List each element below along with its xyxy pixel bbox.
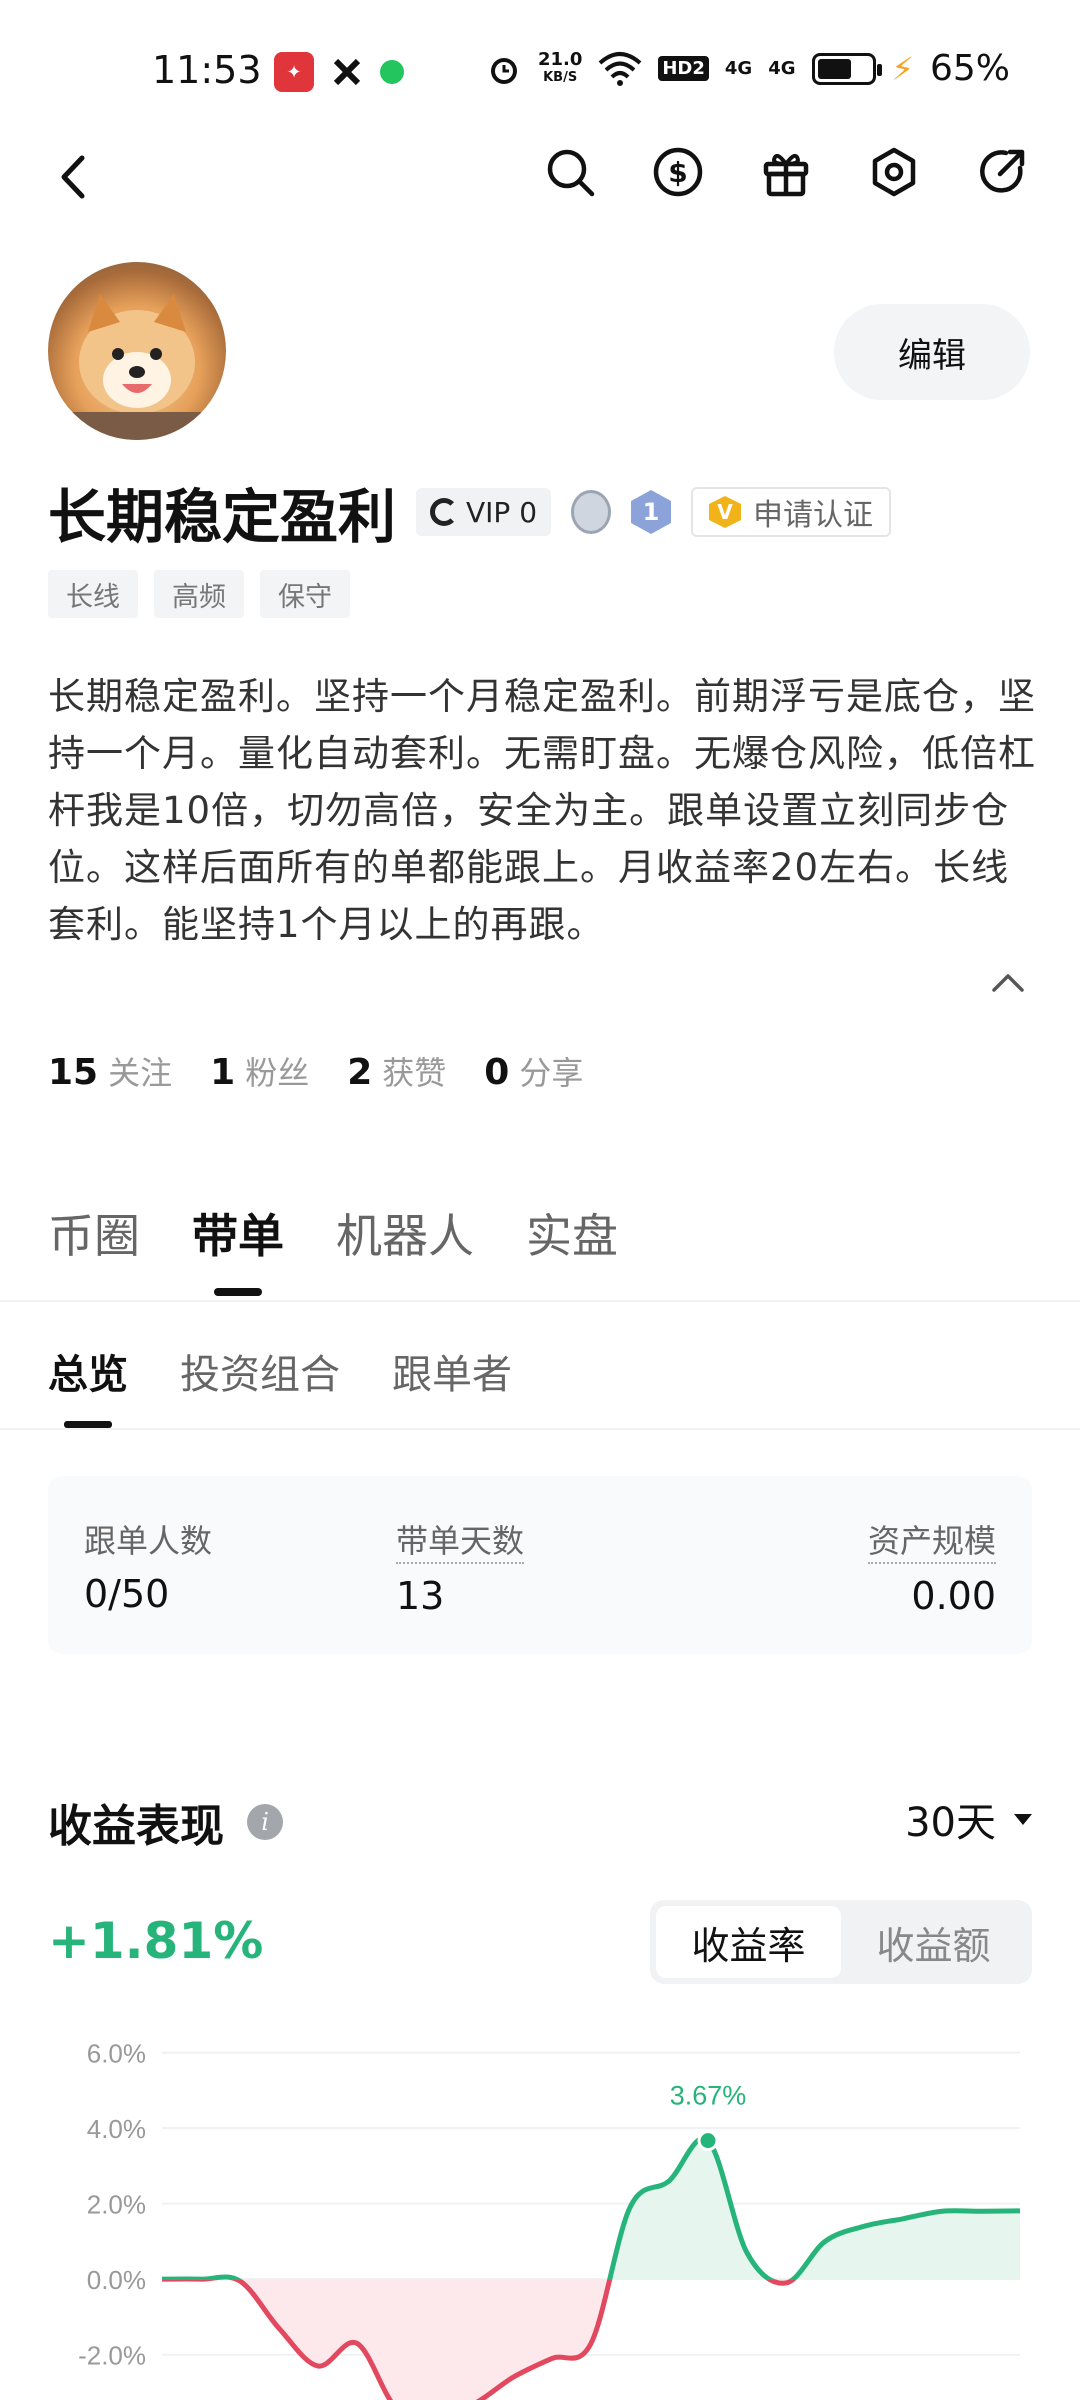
profile-stats: 15 关注 1 粉丝 2 获赞 0 分享 [48,1048,583,1094]
wifi-icon [599,51,642,86]
verified-icon: V [709,496,742,528]
tab-copy-trading[interactable]: 带单 [192,1200,284,1290]
divider [0,1428,1080,1430]
aum-item: 资产规模 0.00 [867,1516,996,1618]
aum-value: 0.00 [911,1574,996,1618]
vip-icon [430,498,459,526]
main-tabs: 币圈 带单 机器人 实盘 [48,1200,618,1290]
tab-crypto[interactable]: 币圈 [48,1200,140,1290]
tab-copiers[interactable]: 跟单者 [392,1342,512,1422]
y-tick-label: 0.0% [87,2265,146,2295]
peak-label: 3.67% [670,2081,747,2111]
overview-card: 跟单人数 0/50 带单天数 13 资产规模 0.00 [48,1476,1032,1654]
likes-stat[interactable]: 2 获赞 [347,1048,446,1094]
positive-area [162,2138,1020,2280]
copy-days-label[interactable]: 带单天数 [396,1516,525,1564]
copy-days-item: 带单天数 13 [396,1516,525,1618]
hd-indicator: HD2 [658,56,709,81]
aum-label[interactable]: 资产规模 [867,1516,996,1564]
followers-count-item: 跟单人数 0/50 [84,1516,212,1616]
share-icon[interactable] [976,146,1028,198]
tag: 保守 [260,570,350,618]
followers-count-label: 跟单人数 [84,1522,213,1560]
shares-stat[interactable]: 0 分享 [484,1048,583,1094]
name-row: 长期稳定盈利 VIP 0 1 V 申请认证 [48,470,892,554]
dollar-icon[interactable]: $ [652,146,704,198]
back-icon[interactable] [52,150,96,204]
battery-icon [811,52,882,85]
period-dropdown[interactable]: 30天 [905,1790,1032,1848]
period-value: 30天 [905,1800,996,1846]
followers-count-value: 0/50 [84,1572,170,1616]
tab-portfolio[interactable]: 投资组合 [180,1342,340,1422]
tag: 长线 [48,570,138,618]
peak-point [697,2130,719,2152]
tag: 高频 [154,570,244,618]
edit-profile-button[interactable]: 编辑 [834,304,1030,400]
tab-bots[interactable]: 机器人 [336,1200,474,1290]
status-time: 11:53 [152,48,262,92]
copy-days-value: 13 [396,1574,445,1618]
performance-chart: 6.0% 4.0% 2.0% 0.0% -2.0% 3.67% [78,2039,1021,2400]
toggle-return-amount[interactable]: 收益额 [841,1906,1026,1978]
settings-icon[interactable] [868,146,920,198]
level-icon[interactable]: 1 [631,490,672,534]
y-tick-label: -2.0% [78,2341,146,2371]
signal-icon-2: 4G [768,58,796,79]
top-nav-bar: $ [0,140,1080,212]
y-tick-label: 4.0% [87,2114,146,2144]
signal-icon: 4G [724,58,753,79]
sub-tabs: 总览 投资组合 跟单者 [48,1342,512,1428]
info-icon[interactable]: i [247,1804,284,1840]
user-name: 长期稳定盈利 [48,483,397,551]
performance-title: 收益表现 [48,1801,224,1852]
chevron-up-icon[interactable] [990,970,1026,994]
alarm-icon [490,57,517,84]
verify-label: 申请认证 [753,498,874,533]
notification-icons: ✦ [274,52,404,92]
network-speed: 21.0 KB/S [537,48,583,85]
toggle-return-rate[interactable]: 收益率 [656,1906,841,1978]
status-indicators: 21.0 KB/S HD2 4G 4G ⚡ 65% [486,48,1010,89]
vip-badge[interactable]: VIP 0 [416,488,552,536]
avatar[interactable] [48,262,226,440]
battery-percent: 65% [929,48,1010,89]
medal-icon[interactable] [571,490,612,534]
y-tick-label: 2.0% [87,2190,146,2220]
profile-bio: 长期稳定盈利。坚持一个月稳定盈利。前期浮亏是底仓，坚持一个月。量化自动套利。无需… [48,675,1036,946]
performance-header: 收益表现 i 30天 [48,1790,1032,1852]
tab-live-trading[interactable]: 实盘 [526,1200,618,1290]
following-stat[interactable]: 15 关注 [48,1048,172,1094]
divider [0,1300,1080,1302]
tab-overview[interactable]: 总览 [48,1342,128,1428]
charging-icon: ⚡ [891,49,914,88]
x-notification-icon [332,57,362,87]
followers-stat[interactable]: 1 粉丝 [210,1048,309,1094]
vip-label: VIP 0 [466,495,538,529]
caret-down-icon [1014,1813,1032,1825]
message-notification-icon [380,60,404,84]
return-type-toggle: 收益率 收益额 [650,1900,1032,1984]
svg-text:$: $ [668,156,687,189]
gift-icon[interactable] [760,146,812,198]
apply-verification-button[interactable]: V 申请认证 [691,487,892,537]
app-notification-icon: ✦ [274,52,314,92]
trader-tags: 长线 高频 保守 [48,570,350,618]
total-return: +1.81% [48,1912,264,1970]
status-bar: 11:53 ✦ 21.0 KB/S HD2 4G 4G ⚡ 65% [0,0,1080,140]
search-icon[interactable] [544,146,596,198]
y-tick-label: 6.0% [87,2039,146,2069]
